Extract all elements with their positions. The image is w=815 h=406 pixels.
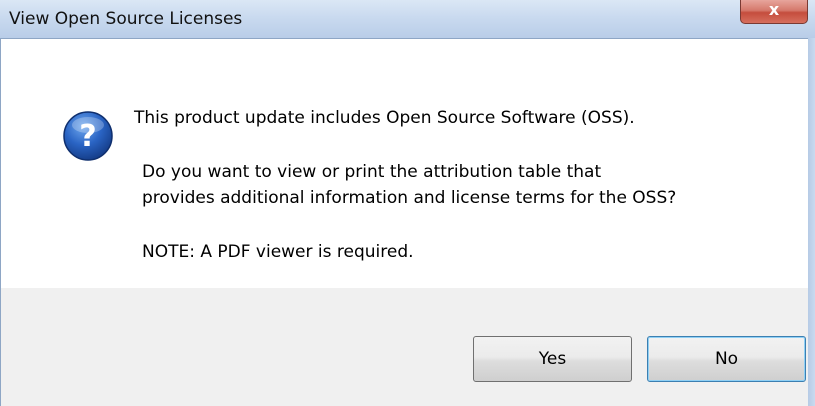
window-title: View Open Source Licenses <box>9 9 243 29</box>
title-bar[interactable]: View Open Source Licenses x <box>0 0 815 38</box>
message-line-2: Do you want to view or print the attribu… <box>142 162 602 182</box>
no-button[interactable]: No <box>647 336 806 382</box>
yes-button[interactable]: Yes <box>473 336 632 382</box>
close-button[interactable]: x <box>740 0 808 24</box>
svg-text:?: ? <box>79 119 96 154</box>
message-line-1: This product update includes Open Source… <box>134 108 635 128</box>
message-line-3: provides additional information and lice… <box>142 188 677 208</box>
message-note: NOTE: A PDF viewer is required. <box>142 242 414 262</box>
window-frame-right <box>808 38 815 406</box>
question-icon: ? <box>63 111 113 161</box>
dialog-window: View Open Source Licenses x ? This produ… <box>0 0 815 406</box>
close-icon: x <box>768 0 780 19</box>
